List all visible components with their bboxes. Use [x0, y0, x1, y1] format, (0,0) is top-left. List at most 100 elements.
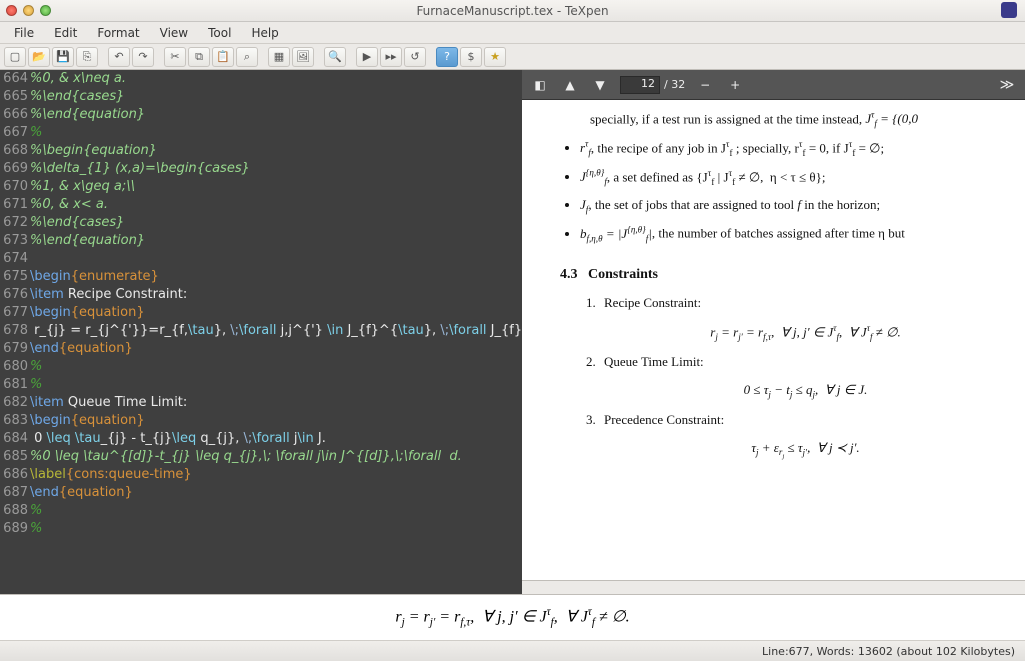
list-item: rτf, the recipe of any job in Jτf ; spec…	[580, 139, 1025, 158]
code-content[interactable]: %1, & x\geq a;\\	[30, 178, 522, 196]
zoom-tool-icon[interactable]: 🔍	[324, 47, 346, 67]
menu-help[interactable]: Help	[243, 24, 286, 42]
save-icon[interactable]: 💾	[52, 47, 74, 67]
menu-view[interactable]: View	[152, 24, 196, 42]
pdf-page-input[interactable]: 12	[620, 76, 660, 94]
page-up-icon[interactable]: ▲	[560, 75, 580, 95]
code-line[interactable]: 688%	[0, 502, 522, 520]
code-line[interactable]: 668%\begin{equation}	[0, 142, 522, 160]
open-icon[interactable]: 📂	[28, 47, 50, 67]
code-content[interactable]: %0, & x\neq a.	[30, 70, 522, 88]
code-line[interactable]: 683\begin{equation}	[0, 412, 522, 430]
code-editor[interactable]: 664%0, & x\neq a.665%\end{cases}666%\end…	[0, 70, 522, 594]
line-number: 689	[0, 520, 30, 538]
code-line[interactable]: 682\item Queue Time Limit:	[0, 394, 522, 412]
code-content[interactable]: \item Recipe Constraint:	[30, 286, 522, 304]
code-line[interactable]: 676\item Recipe Constraint:	[0, 286, 522, 304]
code-line[interactable]: 679\end{equation}	[0, 340, 522, 358]
code-content[interactable]: %\delta_{1} (x,a)=\begin{cases}	[30, 160, 522, 178]
code-line[interactable]: 664%0, & x\neq a.	[0, 70, 522, 88]
code-content[interactable]: %\begin{equation}	[30, 142, 522, 160]
code-content[interactable]: %	[30, 376, 522, 394]
code-line[interactable]: 681%	[0, 376, 522, 394]
list-item: J{η,θ}f, a set defined as {Jτf | Jτf ≠ ∅…	[580, 168, 1025, 187]
equation: 0 ≤ τj − tj ≤ qj, ∀ j ∈ J.	[586, 382, 1025, 400]
pdf-scrollbar[interactable]	[522, 580, 1025, 594]
code-content[interactable]: %\end{cases}	[30, 88, 522, 106]
code-content[interactable]: \begin{equation}	[30, 412, 522, 430]
redo-icon[interactable]: ↷	[132, 47, 154, 67]
undo-icon[interactable]: ↶	[108, 47, 130, 67]
code-content[interactable]: %	[30, 502, 522, 520]
zoom-out-icon[interactable]: −	[695, 75, 715, 95]
run-icon[interactable]: ▶	[356, 47, 378, 67]
line-number: 665	[0, 88, 30, 106]
find-icon[interactable]: ⌕	[236, 47, 258, 67]
step-icon[interactable]: ▸▸	[380, 47, 402, 67]
menu-tool[interactable]: Tool	[200, 24, 239, 42]
code-line[interactable]: 669%\delta_{1} (x,a)=\begin{cases}	[0, 160, 522, 178]
code-line[interactable]: 675\begin{enumerate}	[0, 268, 522, 286]
copy-icon[interactable]: ⧉	[188, 47, 210, 67]
code-line[interactable]: 674	[0, 250, 522, 268]
saveall-icon[interactable]: ⎘	[76, 47, 98, 67]
code-content[interactable]: %0, & x< a.	[30, 196, 522, 214]
code-content[interactable]: %0 \leq \tau^{[d]}-t_{j} \leq q_{j},\; \…	[30, 448, 522, 466]
sync-icon[interactable]: $	[460, 47, 482, 67]
code-line[interactable]: 665%\end{cases}	[0, 88, 522, 106]
code-content[interactable]: \end{equation}	[30, 340, 522, 358]
code-content[interactable]: \begin{equation}	[30, 304, 522, 322]
menu-edit[interactable]: Edit	[46, 24, 85, 42]
menu-file[interactable]: File	[6, 24, 42, 42]
code-content[interactable]: \label{cons:queue-time}	[30, 466, 522, 484]
code-line[interactable]: 667%	[0, 124, 522, 142]
code-content[interactable]: \end{equation}	[30, 484, 522, 502]
paste-icon[interactable]: 📋	[212, 47, 234, 67]
page-down-icon[interactable]: ▼	[590, 75, 610, 95]
code-line[interactable]: 677\begin{equation}	[0, 304, 522, 322]
cut-icon[interactable]: ✂	[164, 47, 186, 67]
window-controls	[6, 5, 51, 16]
close-icon[interactable]	[6, 5, 17, 16]
star-icon[interactable]: ★	[484, 47, 506, 67]
pdf-page[interactable]: specially, if a test run is assigned at …	[522, 100, 1025, 580]
code-line[interactable]: 666%\end{equation}	[0, 106, 522, 124]
code-line[interactable]: 689%	[0, 520, 522, 538]
image-icon[interactable]: 🖼	[292, 47, 314, 67]
minimize-icon[interactable]	[23, 5, 34, 16]
window-title: FurnaceManuscript.tex - TeXpen	[416, 4, 608, 18]
code-content[interactable]: %	[30, 124, 522, 142]
help-icon[interactable]: ?	[436, 47, 458, 67]
code-content[interactable]: r_{j} = r_{j^{'}}=r_{f,\tau}, \;\forall …	[30, 322, 522, 340]
code-line[interactable]: 678 r_{j} = r_{j^{'}}=r_{f,\tau}, \;\for…	[0, 322, 522, 340]
code-content[interactable]	[30, 250, 522, 268]
code-line[interactable]: 671%0, & x< a.	[0, 196, 522, 214]
code-content[interactable]: %	[30, 520, 522, 538]
code-line[interactable]: 686\label{cons:queue-time}	[0, 466, 522, 484]
code-content[interactable]: \begin{enumerate}	[30, 268, 522, 286]
code-content[interactable]: %\end{cases}	[30, 214, 522, 232]
code-content[interactable]: %	[30, 358, 522, 376]
table-icon[interactable]: ▦	[268, 47, 290, 67]
stop-icon[interactable]: ↺	[404, 47, 426, 67]
summary-equation: rj = rj′ = rf,τ, ∀ j, j′ ∈ Jτf, ∀ Jτf ≠ …	[395, 606, 629, 629]
code-content[interactable]: %\end{equation}	[30, 106, 522, 124]
new-icon[interactable]: ▢	[4, 47, 26, 67]
code-content[interactable]: \item Queue Time Limit:	[30, 394, 522, 412]
code-line[interactable]: 684 0 \leq \tau_{j} - t_{j}\leq q_{j}, \…	[0, 430, 522, 448]
sidebar-toggle-icon[interactable]: ◧	[530, 75, 550, 95]
code-line[interactable]: 673%\end{equation}	[0, 232, 522, 250]
code-line[interactable]: 672%\end{cases}	[0, 214, 522, 232]
tools-icon[interactable]: ≫	[997, 75, 1017, 95]
zoom-in-icon[interactable]: +	[725, 75, 745, 95]
code-content[interactable]: %\end{equation}	[30, 232, 522, 250]
maximize-icon[interactable]	[40, 5, 51, 16]
statusbar: Line:677, Words: 13602 (about 102 Kiloby…	[0, 641, 1025, 661]
menu-format[interactable]: Format	[89, 24, 147, 42]
code-line[interactable]: 685%0 \leq \tau^{[d]}-t_{j} \leq q_{j},\…	[0, 448, 522, 466]
code-line[interactable]: 670%1, & x\geq a;\\	[0, 178, 522, 196]
code-content[interactable]: 0 \leq \tau_{j} - t_{j}\leq q_{j}, \;\fo…	[30, 430, 522, 448]
line-number: 664	[0, 70, 30, 88]
code-line[interactable]: 680%	[0, 358, 522, 376]
code-line[interactable]: 687\end{equation}	[0, 484, 522, 502]
